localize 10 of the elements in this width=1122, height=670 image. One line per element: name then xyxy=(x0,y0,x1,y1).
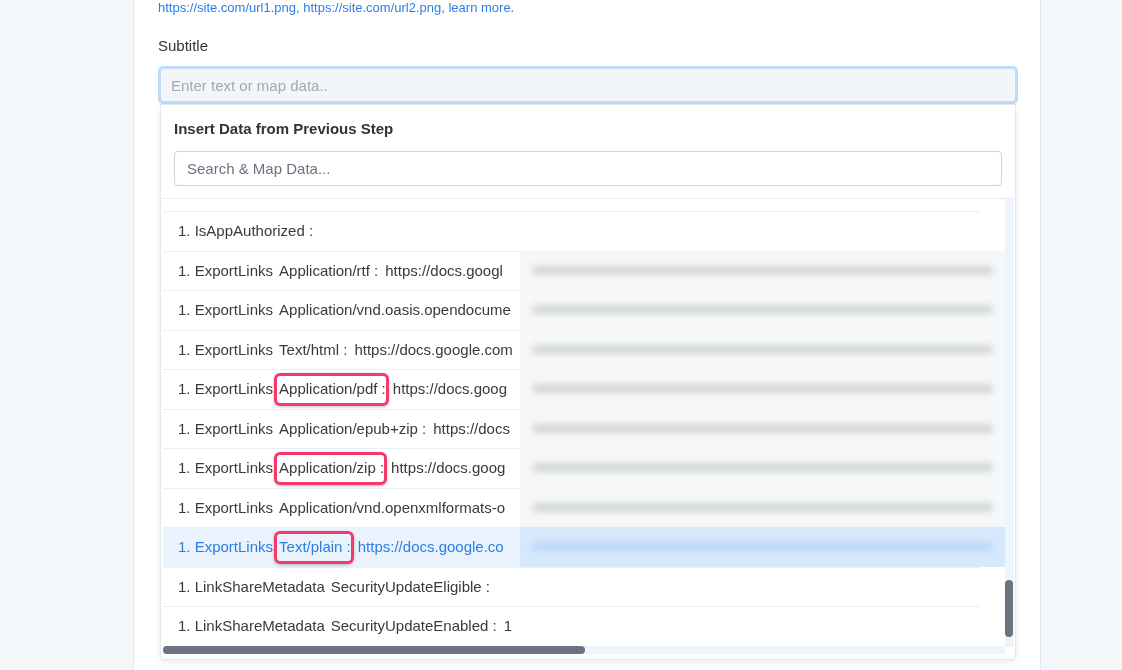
text-input[interactable]: Enter text or map data.. xyxy=(158,66,1018,104)
data-option[interactable]: 1. ExportLinks Text/plain : https://docs.google.co xyxy=(163,527,520,567)
data-option[interactable]: 1. ExportLinks Application/pdf : https://docs.goog xyxy=(163,369,520,409)
search-field[interactable]: Search & Map Data... xyxy=(174,151,1002,186)
field-label: Subtitle xyxy=(158,37,209,55)
panel-title: Insert Data from Previous Step xyxy=(174,119,394,139)
help-links-text: https://site.com/url1.png, https://site.com/url2.png, learn more. xyxy=(158,0,515,15)
scrollbar-thumb[interactable] xyxy=(163,646,585,654)
scrollbar-thumb[interactable] xyxy=(1005,580,1013,637)
data-option[interactable]: 1. ExportLinks Application/zip : https://docs.goog xyxy=(163,448,520,488)
